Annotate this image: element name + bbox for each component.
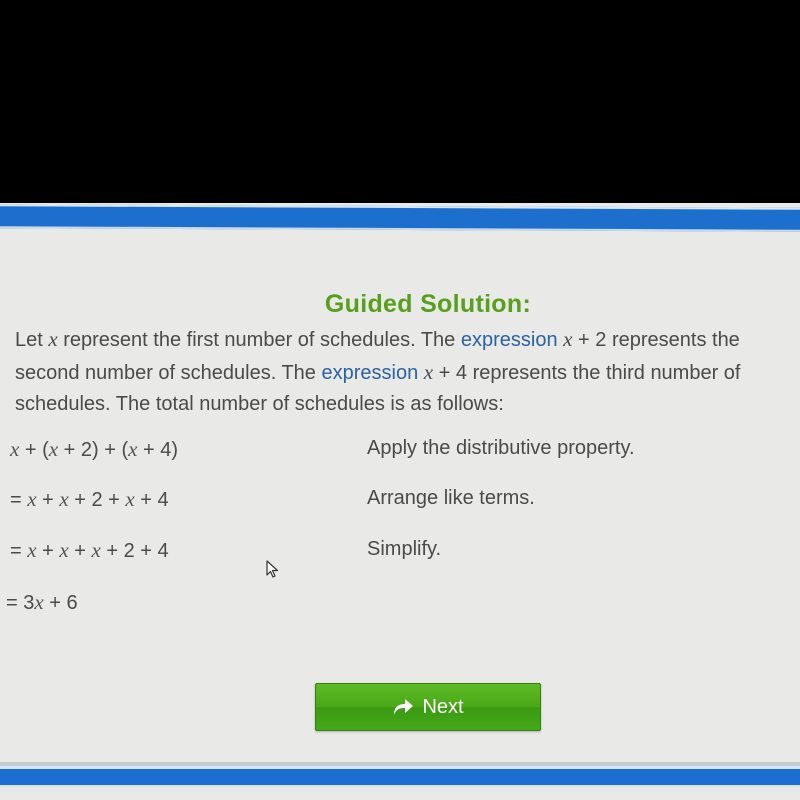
- text: =: [10, 540, 28, 562]
- variable-x: x: [125, 487, 135, 511]
- text: + 2 + 4: [100, 540, 169, 562]
- variable-x: x: [48, 437, 59, 461]
- variable-x: x: [59, 538, 69, 562]
- step-row: = x + x + x + 2 + 4 Simplify.: [0, 538, 800, 568]
- solution-paragraph: Let x represent the first number of sche…: [15, 324, 800, 421]
- text: +: [36, 540, 60, 562]
- step-expression: = x + x + 2 + x + 4: [10, 487, 169, 512]
- variable-x: x: [10, 437, 20, 461]
- variable-x: x: [91, 538, 101, 562]
- text: + 4: [134, 489, 169, 511]
- paragraph-line-1: Let x represent the first number of sche…: [15, 324, 800, 357]
- text: + 6: [43, 592, 78, 614]
- forward-arrow-icon: [394, 699, 414, 715]
- guided-solution-title: Guided Solution:: [324, 290, 532, 318]
- top-header-bar: [0, 204, 800, 232]
- step-expression: x + (x + 2) + (x + 4): [10, 437, 178, 462]
- next-button-label: Next: [422, 695, 464, 718]
- variable-x: x: [27, 538, 37, 562]
- paragraph-line-3: schedules. The total number of schedules…: [15, 389, 800, 421]
- step-expression: = 3x + 6: [6, 590, 78, 615]
- step-row: = x + x + 2 + x + 4 Arrange like terms.: [0, 487, 800, 517]
- step-row: = 3x + 6: [0, 590, 800, 620]
- step-row: x + (x + 2) + (x + 4) Apply the distribu…: [0, 437, 800, 467]
- paragraph-line-2: second number of schedules. The expressi…: [15, 357, 800, 390]
- text: represent the first number of schedules.…: [57, 329, 461, 351]
- variable-x: x: [59, 487, 69, 511]
- text: + 4): [137, 439, 179, 461]
- glossary-link-expression[interactable]: expression: [461, 329, 558, 351]
- variable-x: x: [27, 487, 37, 511]
- text: Let: [15, 329, 49, 351]
- text: + 2) + (: [58, 439, 129, 461]
- text: = 3: [6, 592, 35, 614]
- text: + 2 +: [68, 489, 126, 511]
- step-reason: Apply the distributive property.: [367, 437, 635, 459]
- text: +: [36, 489, 60, 511]
- variable-x: x: [423, 359, 434, 384]
- text: + 4 represents the third number of: [433, 361, 741, 384]
- step-expression: = x + x + x + 2 + 4: [10, 538, 169, 563]
- text: second number of schedules. The: [15, 361, 322, 384]
- step-reason: Arrange like terms.: [367, 487, 535, 509]
- text: + (: [19, 439, 49, 461]
- text: schedules. The total number of schedules…: [15, 393, 504, 415]
- step-reason: Simplify.: [367, 538, 442, 560]
- glossary-link-expression[interactable]: expression: [321, 362, 418, 384]
- text: =: [10, 489, 28, 511]
- next-button[interactable]: Next: [315, 683, 541, 731]
- variable-x: x: [48, 327, 58, 351]
- mouse-pointer-icon: [266, 560, 279, 578]
- bottom-footer-bar: [0, 766, 800, 787]
- text: +: [68, 540, 92, 562]
- text: + 2 represents the: [572, 329, 740, 351]
- variable-x: x: [34, 590, 44, 614]
